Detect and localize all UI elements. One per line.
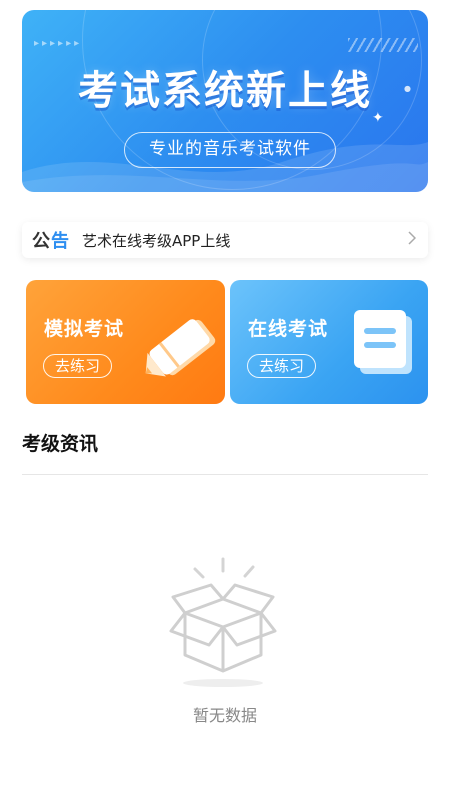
home-page: ▸▸▸▸▸▸ ✦ ● 考试系统新上线 专业的音乐考试软件 公告 艺术在线考级AP… [0,0,450,800]
mock-exam-card[interactable]: 模拟考试 去练习 [26,280,225,404]
mock-exam-practice-button[interactable]: 去练习 [43,354,112,378]
mock-exam-title: 模拟考试 [44,318,125,340]
empty-box-icon [169,557,277,687]
notice-bar[interactable]: 公告 艺术在线考级APP上线 [22,222,428,258]
chevrons-decoration: ▸▸▸▸▸▸ [34,38,83,49]
stripes-decoration [348,38,418,52]
online-exam-title: 在线考试 [248,318,329,340]
notice-text: 艺术在线考级APP上线 [82,231,231,250]
notice-tag-prefix: 公 [32,231,51,252]
banner-title: 考试系统新上线 [78,68,372,114]
empty-state-text: 暂无数据 [192,706,257,725]
notice-tag-suffix: 告 [51,231,70,252]
online-exam-practice-button[interactable]: 去练习 [247,354,316,378]
news-section-title: 考级资讯 [22,433,99,455]
promo-banner[interactable]: ▸▸▸▸▸▸ ✦ ● 考试系统新上线 专业的音乐考试软件 [22,10,428,192]
online-exam-card[interactable]: 在线考试 去练习 [230,280,428,404]
clipboard-icon [354,310,412,374]
banner-subtitle: 专业的音乐考试软件 [124,132,336,168]
chevron-right-icon [408,231,416,245]
pencil-icon [145,319,216,377]
section-divider [22,474,428,475]
notice-tag: 公告 [32,227,70,253]
